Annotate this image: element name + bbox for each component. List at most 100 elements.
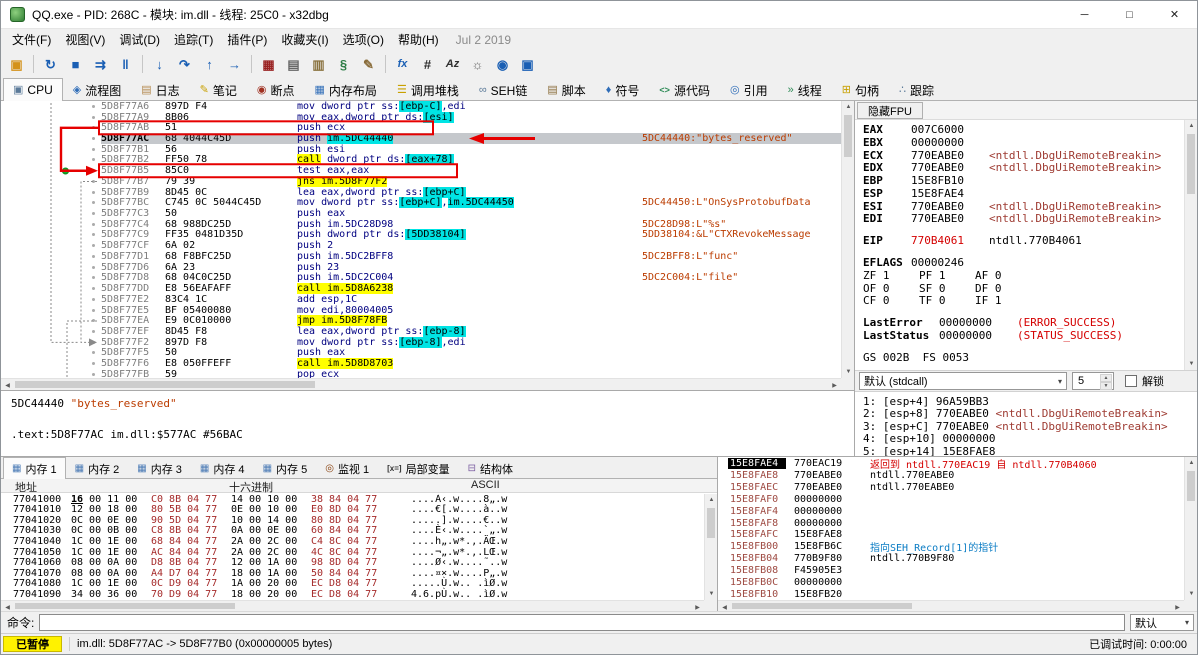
stack-hscrollbar[interactable]: ◀ ▶ (718, 600, 1184, 611)
tab-watch-1[interactable]: ◎ 监视 1 (316, 458, 378, 478)
strings-button[interactable]: Az (440, 52, 465, 76)
unlock-checkbox[interactable] (1125, 375, 1137, 387)
disasm-row[interactable]: 5D8F77CF 6A 02 push 2 (1, 240, 841, 251)
scroll-up-arrow[interactable]: ▲ (842, 101, 854, 113)
tab-locals[interactable]: [x=] 局部变量 (378, 458, 458, 478)
register-row[interactable]: EAX 007C6000 (863, 123, 1183, 136)
tab-handles[interactable]: ⊞ 句柄 (832, 79, 889, 100)
disassembly-hscrollbar[interactable]: ◀ ▶ (1, 378, 841, 390)
dump-row[interactable]: 77041080 1C 00 1E 00 0C D9 04 77 1A 00 20 0… (1, 578, 704, 589)
restart-button[interactable]: ↻ (38, 52, 63, 76)
dump-row[interactable]: 77041050 1C 00 1E 00 AC 84 04 77 2A 00 2C 0… (1, 547, 704, 558)
scroll-up-arrow[interactable]: ▲ (1185, 120, 1197, 132)
minimize-button[interactable]: ─ (1062, 1, 1107, 28)
argument-count-spinner[interactable]: 5 ▲ ▼ (1072, 372, 1114, 390)
window-button[interactable]: ▣ (515, 52, 540, 76)
stack-row[interactable]: 15E8FB10 15E8FB20 (718, 588, 1184, 600)
menu-debug[interactable]: 调试(D) (112, 29, 167, 50)
info-button[interactable]: ◉ (490, 52, 515, 76)
stack-row[interactable]: 15E8FB00 15E8FB6C 指向SEH_Record[1]的指针 (718, 541, 1184, 554)
argument-row[interactable]: 3: [esp+C] 770EABE0 <ntdll.DbgUiRemoteBr… (863, 420, 1197, 433)
disasm-row[interactable]: 5D8F77F2 897D F8 mov dword ptr ss:[ebp-8],… (1, 336, 841, 348)
disasm-row[interactable]: 5D8F77F6 E8 050FFEFF call im.5D8D8703 (1, 358, 841, 370)
disasm-row[interactable]: 5D8F77C3 50 push eax (1, 208, 841, 219)
close-button[interactable]: ✕ (1152, 1, 1197, 28)
disasm-row[interactable]: 5D8F77D1 68 F8BFC25D push im.5DC2BFF8 5DC2B… (1, 251, 841, 262)
scroll-thumb[interactable] (1187, 471, 1195, 501)
register-row[interactable]: EBX 00000000 (863, 136, 1183, 149)
spin-down-button[interactable]: ▼ (1100, 382, 1112, 390)
tab-struct[interactable]: ⊟ 结构体 (459, 458, 522, 478)
tab-graph[interactable]: ◈ 流程图 (63, 79, 131, 100)
register-row[interactable]: OF 0 SF 0 DF 0 (863, 282, 1183, 295)
disasm-row[interactable]: 5D8F77DD E8 56EAFAFF call im.5D8A6238 (1, 283, 841, 295)
preferences-button[interactable]: ☼ (465, 52, 490, 76)
stop-button[interactable]: ■ (63, 52, 88, 76)
disasm-row[interactable]: 5D8F77AB 51 push ecx (1, 122, 841, 133)
argument-row[interactable]: 5: [esp+14] 15E8FAE8 (863, 445, 1197, 456)
scroll-down-arrow[interactable]: ▼ (705, 588, 717, 600)
scroll-left-arrow[interactable]: ◀ (1, 379, 14, 390)
menu-favourites[interactable]: 收藏夹(I) (274, 29, 335, 50)
disasm-row[interactable]: 5D8F77AC 68 4044C45D push im.5DC44440 5DC44… (1, 133, 841, 145)
register-row[interactable]: EDI 770EABE0 <ntdll.DbgUiRemoteBreakin> (863, 212, 1183, 225)
disasm-row[interactable]: 5D8F77D6 6A 23 push 23 (1, 262, 841, 273)
disasm-row[interactable]: 5D8F77B1 56 push esi (1, 144, 841, 155)
disasm-row[interactable]: 5D8F77FB 59 pop ecx (1, 369, 841, 378)
argument-row[interactable]: 4: [esp+10] 00000000 (863, 432, 1197, 445)
scroll-thumb[interactable] (15, 381, 315, 388)
pause-button[interactable]: ‖ (113, 52, 138, 76)
functions-button[interactable]: fx (390, 52, 415, 76)
stack-row[interactable]: 15E8FAF4 00000000 (718, 505, 1184, 517)
disasm-row[interactable]: 5D8F77C4 68 988DC25D push im.5DC28D98 5DC28… (1, 219, 841, 230)
scroll-down-arrow[interactable]: ▼ (1185, 588, 1197, 600)
disasm-row[interactable]: 5D8F77EF 8D45 F8 lea eax,dword ptr ss:[ebp… (1, 325, 841, 337)
stack-row[interactable]: 15E8FAF0 00000000 (718, 494, 1184, 506)
scroll-thumb[interactable] (15, 603, 235, 609)
disasm-row[interactable]: 5D8F77B7 79 39 jns im.5D8F77F2 (1, 175, 841, 187)
tab-call-stack[interactable]: ☰ 调用堆栈 (387, 79, 469, 100)
run-to-cursor-button[interactable]: → (222, 52, 247, 76)
tab-breakpoints[interactable]: ◉ 断点 (247, 79, 305, 100)
tab-memory-4[interactable]: ▦ 内存 4 (191, 458, 254, 478)
menu-file[interactable]: 文件(F) (5, 29, 58, 50)
dump-row[interactable]: 77041030 0C 00 0B 00 C8 8B 04 77 0A 00 0E 0… (1, 525, 704, 536)
register-row[interactable]: EIP 770B4061 ntdll.770B4061 (863, 234, 1183, 247)
scroll-right-arrow[interactable]: ▶ (828, 379, 841, 390)
step-into-button[interactable]: ↓ (147, 52, 172, 76)
step-over-button[interactable]: ↷ (172, 52, 197, 76)
disassembly-vscrollbar[interactable]: ▲ ▼ (841, 101, 854, 378)
tab-log[interactable]: ▤ 日志 (131, 79, 189, 100)
stack-row[interactable]: 15E8FAE4 770EAC19 返回到 ntdll.770EAC19 自 ntd… (718, 458, 1184, 471)
tab-script[interactable]: ▤ 脚本 (537, 79, 595, 100)
step-out-button[interactable]: ↑ (197, 52, 222, 76)
stack-row[interactable]: 15E8FAEC 770EABE0 ntdll.770EABE0 (718, 482, 1184, 494)
register-row[interactable]: ZF 1 PF 1 AF 0 (863, 269, 1183, 282)
tab-references[interactable]: ◎ 引用 (720, 79, 778, 100)
scroll-thumb[interactable] (844, 115, 852, 157)
stack-row[interactable]: 15E8FB04 770B9F80 ntdll.770B9F80 (718, 553, 1184, 565)
tab-memory-map[interactable]: ▦ 内存布局 (305, 79, 387, 100)
disasm-row[interactable]: 5D8F77B5 85C0 test eax,eax (1, 165, 841, 176)
register-row[interactable]: EDX 770EABE0 <ntdll.DbgUiRemoteBreakin> (863, 161, 1183, 174)
memory-map-button[interactable]: ▤ (281, 52, 306, 76)
spin-up-button[interactable]: ▲ (1100, 374, 1112, 382)
tab-threads[interactable]: » 线程 (778, 79, 832, 100)
argument-row[interactable]: 1: [esp+4] 96A59BB3 (863, 395, 1197, 408)
disasm-row[interactable]: 5D8F77BC C745 0C 5044C45D mov dword ptr ss… (1, 197, 841, 209)
disasm-row[interactable]: 5D8F77A9 8B06 mov eax,dword ptr ds:[esi] (1, 111, 841, 123)
stack-row[interactable]: 15E8FAF8 00000000 (718, 517, 1184, 529)
tab-source[interactable]: <> 源代码 (649, 79, 720, 100)
menu-options[interactable]: 选项(O) (336, 29, 391, 50)
dump-row[interactable]: 77041040 1C 00 1E 00 68 84 04 77 2A 00 2C 0… (1, 536, 704, 547)
tab-cpu[interactable]: ▣ CPU (3, 78, 63, 101)
register-row[interactable]: ESP 15E8FAE4 (863, 187, 1183, 200)
disasm-row[interactable]: 5D8F77EA E9 0C010000 jmp im.5D8F78FB (1, 315, 841, 327)
numbers-button[interactable]: # (415, 52, 440, 76)
breakpoint-dot[interactable] (62, 167, 69, 175)
scroll-down-arrow[interactable]: ▼ (842, 366, 854, 378)
command-input[interactable] (39, 614, 1125, 631)
register-row[interactable]: CF 0 TF 0 IF 1 (863, 294, 1183, 307)
register-row[interactable]: GS 002B FS 0053 (863, 351, 1183, 364)
disasm-row[interactable]: 5D8F77D8 68 04C0C25D push im.5DC2C004 5DC2C… (1, 272, 841, 283)
